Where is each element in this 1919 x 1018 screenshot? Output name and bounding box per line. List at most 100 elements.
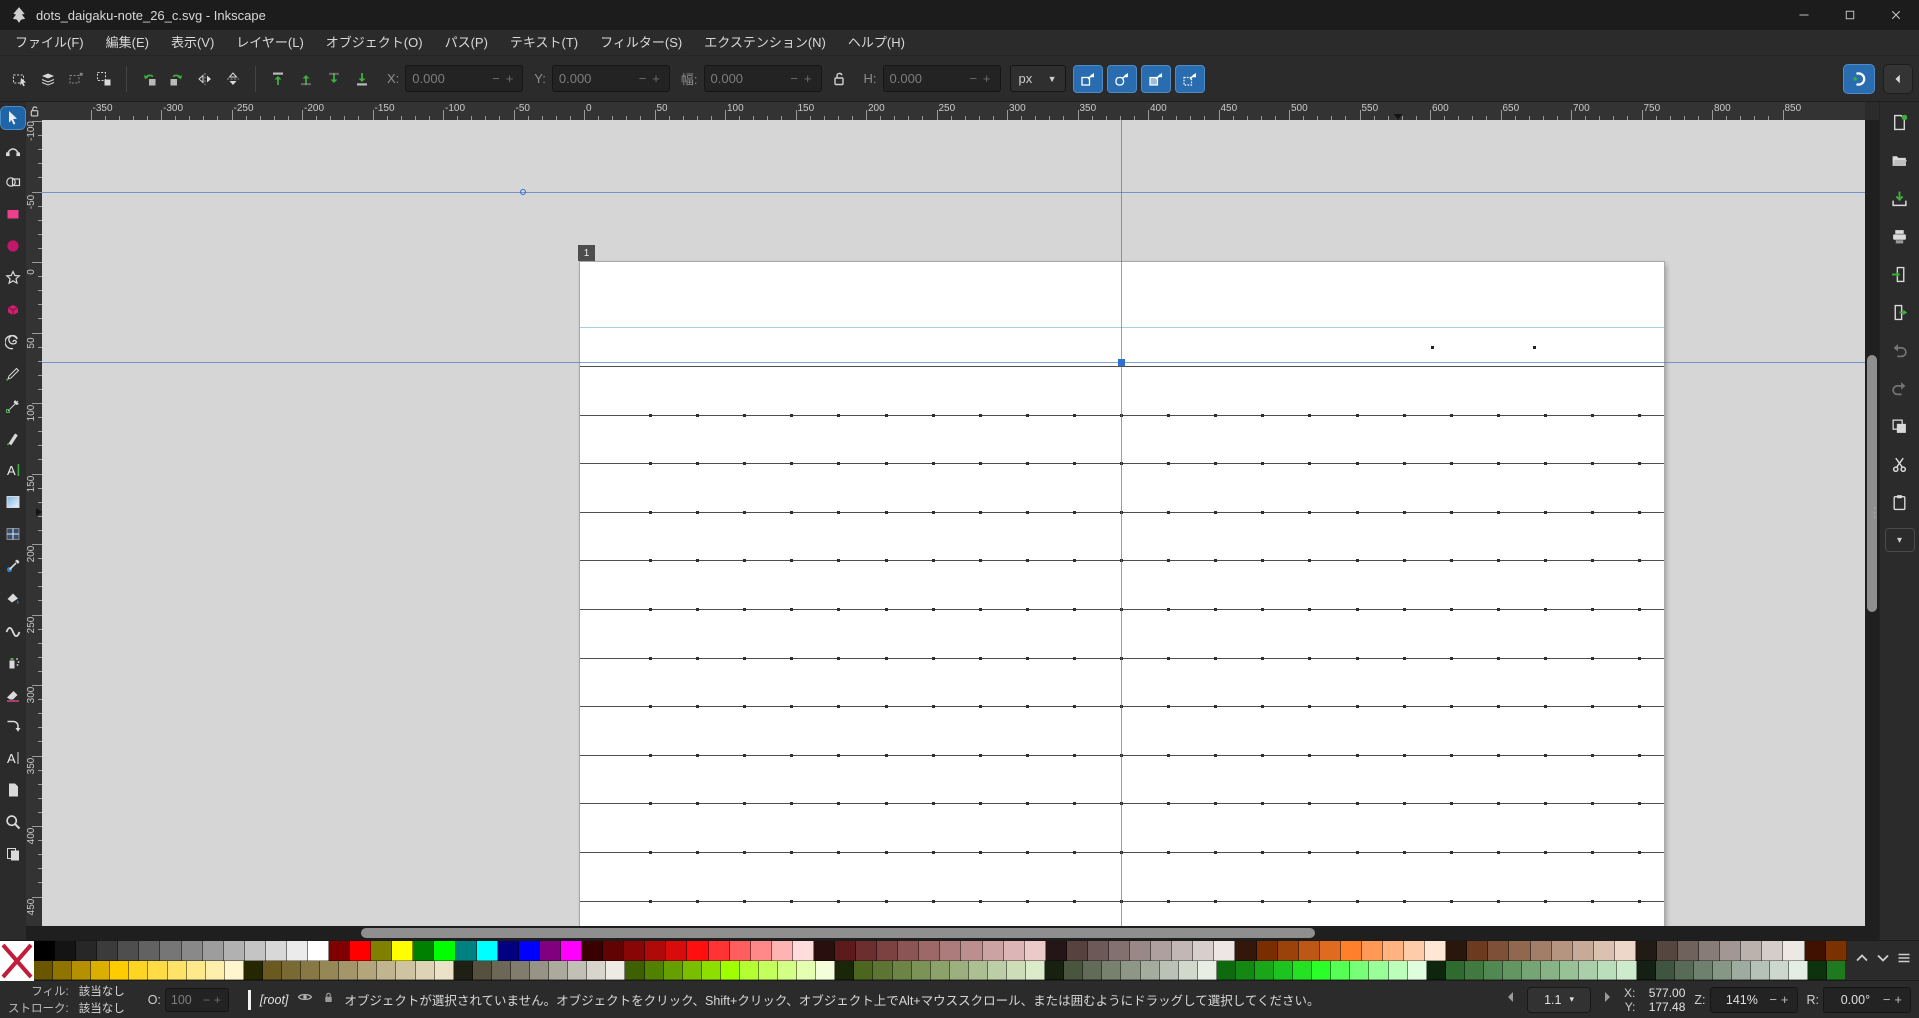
vertical-ruler[interactable]: -100-50050100150200250300350400450 xyxy=(26,120,42,926)
color-swatch[interactable] xyxy=(603,941,624,961)
color-swatch[interactable] xyxy=(187,961,206,981)
minimize-button[interactable] xyxy=(1781,0,1827,30)
color-swatch[interactable] xyxy=(1102,961,1121,981)
color-swatch[interactable] xyxy=(320,961,339,981)
color-swatch[interactable] xyxy=(308,941,329,961)
new-doc-button[interactable] xyxy=(1887,110,1913,134)
color-swatch[interactable] xyxy=(1383,941,1404,961)
color-swatch[interactable] xyxy=(797,961,816,981)
raise-top-button[interactable] xyxy=(264,65,292,93)
color-swatch[interactable] xyxy=(454,961,473,981)
color-swatch[interactable] xyxy=(1713,961,1732,981)
color-swatch[interactable] xyxy=(1741,941,1762,961)
menu-item-6[interactable]: テキスト(T) xyxy=(499,30,589,55)
color-swatch[interactable] xyxy=(1362,941,1383,961)
horizontal-ruler[interactable]: -350-300-250-200-150-100-500501001502002… xyxy=(42,102,1865,120)
color-swatch[interactable] xyxy=(1678,941,1699,961)
color-swatch[interactable] xyxy=(969,961,988,981)
color-swatch[interactable] xyxy=(339,961,358,981)
color-swatch[interactable] xyxy=(1573,941,1594,961)
color-swatch[interactable] xyxy=(1369,961,1388,981)
doc-tool[interactable] xyxy=(1,779,25,801)
color-swatch[interactable] xyxy=(530,961,549,981)
color-swatch[interactable] xyxy=(55,941,76,961)
rotate-ccw-button[interactable] xyxy=(135,65,163,93)
color-swatch[interactable] xyxy=(1720,941,1741,961)
palette-menu-button[interactable] xyxy=(1896,950,1912,971)
color-swatch[interactable] xyxy=(568,961,587,981)
export-doc-button[interactable] xyxy=(1887,300,1913,324)
color-swatch[interactable] xyxy=(1151,941,1172,961)
color-swatch[interactable] xyxy=(1130,941,1151,961)
menu-item-2[interactable]: 表示(V) xyxy=(160,30,225,55)
color-swatch[interactable] xyxy=(203,941,224,961)
save-doc-button[interactable] xyxy=(1887,186,1913,210)
color-swatch[interactable] xyxy=(435,961,454,981)
menu-item-5[interactable]: パス(P) xyxy=(434,30,499,55)
color-swatch[interactable] xyxy=(225,961,244,981)
color-swatch[interactable] xyxy=(1522,961,1541,981)
color-swatch[interactable] xyxy=(730,941,751,961)
color-swatch[interactable] xyxy=(1594,941,1615,961)
color-swatch[interactable] xyxy=(511,961,530,981)
zoom-tool[interactable] xyxy=(1,811,25,833)
color-swatch[interactable] xyxy=(1255,961,1274,981)
close-button[interactable] xyxy=(1873,0,1919,30)
color-swatch[interactable] xyxy=(854,961,873,981)
color-swatch[interactable] xyxy=(1341,941,1362,961)
color-swatch[interactable] xyxy=(1045,961,1064,981)
horizontal-scrollbar[interactable] xyxy=(26,926,1865,940)
color-swatch[interactable] xyxy=(988,961,1007,981)
color-swatch[interactable] xyxy=(129,961,148,981)
color-swatch[interactable] xyxy=(1552,941,1573,961)
color-swatch[interactable] xyxy=(1465,961,1484,981)
bucket-tool[interactable] xyxy=(1,587,25,609)
color-swatch[interactable] xyxy=(740,961,759,981)
color-swatch[interactable] xyxy=(1121,961,1140,981)
width-plus-button[interactable]: + xyxy=(801,71,815,86)
color-swatch[interactable] xyxy=(1560,961,1579,981)
duplicate-button[interactable] xyxy=(1887,414,1913,438)
color-swatch[interactable] xyxy=(1732,961,1751,981)
color-swatch[interactable] xyxy=(473,961,492,981)
width-minus-button[interactable]: − xyxy=(787,71,801,86)
palette-scroll-up-button[interactable] xyxy=(1854,950,1870,971)
rect-tool[interactable] xyxy=(1,203,25,225)
color-swatch[interactable] xyxy=(606,961,625,981)
color-swatch[interactable] xyxy=(1320,941,1341,961)
color-swatch[interactable] xyxy=(1408,961,1427,981)
redo-button[interactable] xyxy=(1887,376,1913,400)
color-swatch[interactable] xyxy=(835,941,856,961)
color-swatch[interactable] xyxy=(1617,961,1636,981)
lower-bottom-button[interactable] xyxy=(348,65,376,93)
cut-button[interactable] xyxy=(1887,452,1913,476)
move-gradients-button[interactable] xyxy=(1141,65,1171,93)
color-swatch[interactable] xyxy=(1141,961,1160,981)
rotation-field[interactable]: 0.00° − + xyxy=(1823,987,1911,1013)
color-swatch[interactable] xyxy=(540,941,561,961)
gradient-tool[interactable] xyxy=(1,491,25,513)
color-swatch[interactable] xyxy=(91,961,110,981)
menu-item-9[interactable]: ヘルプ(H) xyxy=(837,30,916,55)
color-swatch[interactable] xyxy=(683,961,702,981)
color-swatch[interactable] xyxy=(873,961,892,981)
color-swatch[interactable] xyxy=(266,941,287,961)
menu-item-4[interactable]: オブジェクト(O) xyxy=(315,30,434,55)
color-swatch[interactable] xyxy=(1699,941,1720,961)
import-doc-button[interactable] xyxy=(1887,262,1913,286)
color-swatch[interactable] xyxy=(1198,961,1217,981)
color-swatch[interactable] xyxy=(1762,941,1783,961)
color-swatch[interactable] xyxy=(587,961,606,981)
current-layer-name[interactable]: [root] xyxy=(260,993,289,1007)
color-swatch[interactable] xyxy=(245,941,266,961)
color-swatch[interactable] xyxy=(645,961,664,981)
color-swatch[interactable] xyxy=(1637,961,1656,981)
color-swatch[interactable] xyxy=(1484,961,1503,981)
snap-toggle-button[interactable] xyxy=(1843,64,1875,94)
color-swatch[interactable] xyxy=(182,941,203,961)
palette-scroll-down-button[interactable] xyxy=(1875,950,1891,971)
deselect-button[interactable] xyxy=(62,65,90,93)
color-swatch[interactable] xyxy=(263,961,282,981)
color-swatch[interactable] xyxy=(759,961,778,981)
color-swatch[interactable] xyxy=(358,961,377,981)
